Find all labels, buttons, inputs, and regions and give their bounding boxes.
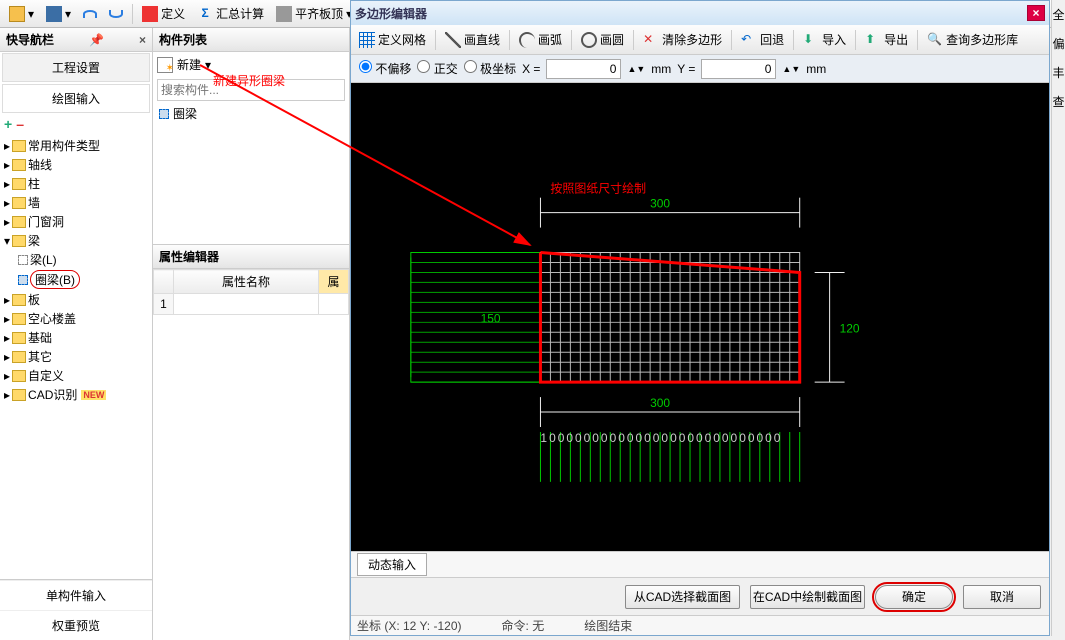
prop-cell[interactable]: [319, 294, 349, 315]
tree-ring-beam[interactable]: 圈梁(B): [2, 269, 150, 290]
save-button[interactable]: ▾: [41, 4, 76, 24]
status-cmd: 命令: 无: [502, 617, 545, 634]
tab-draw[interactable]: 绘图输入: [2, 84, 150, 113]
line-button[interactable]: 画直线: [440, 29, 505, 50]
grid-button[interactable]: 定义网格: [354, 29, 431, 50]
tree-foundation[interactable]: ▸基础: [2, 328, 150, 347]
col-name: 属性名称: [174, 270, 319, 294]
component-panel: 构件列表 ✶ 新建▾ 新建异形圈梁 圈梁 属性编辑器 属性名称属 1: [153, 28, 350, 640]
property-table: 属性名称属 1: [153, 269, 349, 315]
row-idx: 1: [154, 294, 174, 315]
nav-single-input[interactable]: 单构件输入: [0, 580, 152, 610]
red-annotation-new: 新建异形圈梁: [213, 72, 285, 89]
property-header: 属性编辑器: [153, 244, 349, 269]
mode-none[interactable]: 不偏移: [359, 60, 411, 77]
new-component-button[interactable]: ✶ 新建▾ 新建异形圈梁: [153, 52, 349, 77]
nav-bottom: 单构件输入 权重预览: [0, 579, 152, 640]
x-input[interactable]: [546, 59, 621, 79]
polygon-editor-dialog: 多边形编辑器 × 定义网格 画直线 画弧 画圆 ✕清除多边形 ↶回退 ⬇导入 ⬆…: [350, 0, 1050, 636]
define-button[interactable]: 定义: [137, 3, 190, 24]
tree-wall[interactable]: ▸墙: [2, 193, 150, 212]
tree-cad[interactable]: ▸CAD识别NEW: [2, 385, 150, 404]
tree-column[interactable]: ▸柱: [2, 174, 150, 193]
status-coords: 坐标 (X: 12 Y: -120): [357, 617, 462, 634]
back-button[interactable]: ↶回退: [736, 29, 789, 50]
x-label: X =: [522, 62, 540, 76]
export-button[interactable]: ⬆导出: [860, 29, 913, 50]
tree-axis[interactable]: ▸轴线: [2, 155, 150, 174]
y-unit: mm: [806, 62, 826, 76]
svg-text:1000000000000000000000000000: 1000000000000000000000000000: [540, 431, 782, 445]
summary-label: 汇总计算: [216, 5, 264, 22]
y-label: Y =: [677, 62, 695, 76]
tree-common[interactable]: ▸常用构件类型: [2, 136, 150, 155]
pin-icon[interactable]: 📌: [89, 33, 104, 47]
canvas-svg: 300 300 150 120 按照图纸尺寸绘制 100000000000000…: [351, 83, 1049, 551]
nav-tree: ▸常用构件类型 ▸轴线 ▸柱 ▸墙 ▸门窗洞 ▾梁 梁(L) 圈梁(B) ▸板 …: [0, 134, 152, 579]
coord-bar: 不偏移 正交 极坐标 X = ▲▼ mm Y = ▲▼ mm: [351, 55, 1049, 83]
open-dropdown[interactable]: ▾: [4, 4, 39, 24]
undo-button[interactable]: [78, 8, 102, 20]
drawing-canvas[interactable]: 300 300 150 120 按照图纸尺寸绘制 100000000000000…: [351, 83, 1049, 551]
svg-text:150: 150: [481, 311, 501, 325]
collapse-all[interactable]: –: [16, 116, 24, 132]
editor-title: 多边形编辑器: [355, 5, 427, 22]
nav-report[interactable]: 权重预览: [0, 610, 152, 640]
separator: [132, 4, 133, 24]
svg-text:按照图纸尺寸绘制: 按照图纸尺寸绘制: [550, 181, 646, 196]
nav-title: 快导航栏: [6, 31, 54, 48]
draw-in-cad-button[interactable]: 在CAD中绘制截面图: [750, 585, 865, 609]
svg-text:120: 120: [840, 321, 860, 335]
tree-beam[interactable]: ▾梁: [2, 231, 150, 250]
new-badge: NEW: [81, 390, 106, 400]
tree-openings[interactable]: ▸门窗洞: [2, 212, 150, 231]
right-strip: 全 偏 丰 查: [1051, 0, 1065, 636]
level-button[interactable]: 平齐板顶▾: [271, 3, 357, 24]
mode-polar[interactable]: 极坐标: [464, 60, 516, 77]
define-label: 定义: [161, 5, 185, 22]
ok-button[interactable]: 确定: [875, 585, 953, 609]
status-drawend: 绘图结束: [584, 617, 632, 634]
summary-button[interactable]: Σ汇总计算: [192, 3, 269, 24]
svg-text:300: 300: [650, 396, 670, 410]
circle-button[interactable]: 画圆: [576, 29, 629, 50]
from-cad-button[interactable]: 从CAD选择截面图: [625, 585, 740, 609]
level-label: 平齐板顶: [295, 5, 343, 22]
tree-custom[interactable]: ▸自定义: [2, 366, 150, 385]
import-button[interactable]: ⬇导入: [798, 29, 851, 50]
tree-beam-l[interactable]: 梁(L): [2, 250, 150, 269]
redo-button[interactable]: [104, 8, 128, 20]
cancel-button[interactable]: 取消: [963, 585, 1041, 609]
x-unit: mm: [651, 62, 671, 76]
new-icon: ✶: [157, 57, 173, 73]
new-label: 新建: [177, 56, 201, 73]
query-button[interactable]: 🔍查询多边形库: [922, 29, 1023, 50]
col-val: 属: [319, 270, 349, 294]
tree-hollow[interactable]: ▸空心楼盖: [2, 309, 150, 328]
component-item[interactable]: 圈梁: [153, 103, 349, 124]
tree-slab[interactable]: ▸板: [2, 290, 150, 309]
prop-cell[interactable]: [174, 294, 319, 315]
y-input[interactable]: [701, 59, 776, 79]
mode-ortho[interactable]: 正交: [417, 60, 457, 77]
clear-button[interactable]: ✕清除多边形: [638, 29, 727, 50]
nav-header: 快导航栏 📌 ×: [0, 28, 152, 52]
arc-button[interactable]: 画弧: [514, 29, 567, 50]
expand-all[interactable]: +: [4, 116, 12, 132]
close-button[interactable]: ×: [1027, 5, 1045, 21]
complist-header: 构件列表: [153, 28, 349, 52]
editor-titlebar[interactable]: 多边形编辑器 ×: [351, 1, 1049, 25]
tab-project[interactable]: 工程设置: [2, 53, 150, 82]
svg-text:300: 300: [650, 197, 670, 211]
close-icon[interactable]: ×: [139, 33, 146, 47]
nav-panel: 快导航栏 📌 × 工程设置 绘图输入 + – ▸常用构件类型 ▸轴线 ▸柱 ▸墙…: [0, 28, 153, 640]
dynamic-input-tab[interactable]: 动态输入: [357, 553, 427, 576]
tree-other[interactable]: ▸其它: [2, 347, 150, 366]
editor-toolbar: 定义网格 画直线 画弧 画圆 ✕清除多边形 ↶回退 ⬇导入 ⬆导出 🔍查询多边形…: [351, 25, 1049, 55]
